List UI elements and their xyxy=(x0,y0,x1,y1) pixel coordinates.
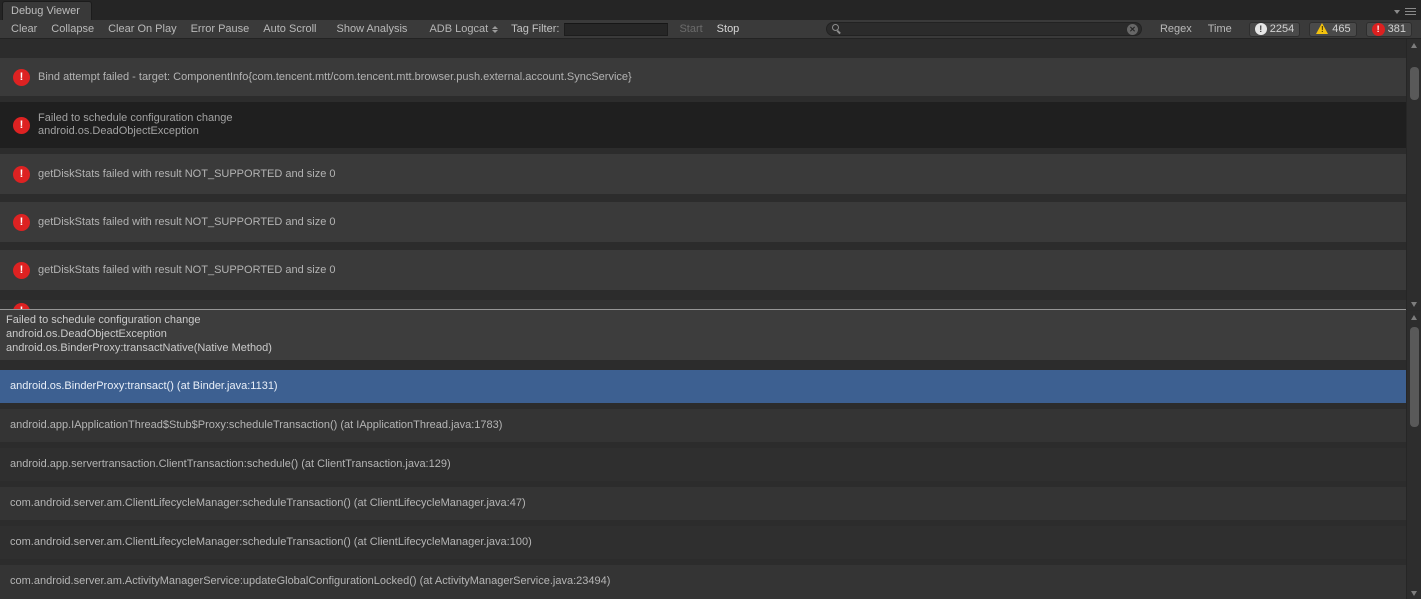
time-toggle[interactable]: Time xyxy=(1200,23,1240,35)
scroll-up-arrow[interactable] xyxy=(1407,39,1421,51)
clear-button[interactable]: Clear xyxy=(4,23,44,35)
info-count-toggle[interactable]: ! 2254 xyxy=(1249,22,1300,37)
error-pause-toggle[interactable]: Error Pause xyxy=(184,23,257,35)
log-message: getDiskStats failed with result NOT_SUPP… xyxy=(38,168,336,181)
scroll-up-arrow[interactable] xyxy=(1407,311,1421,323)
log-message-line1: Failed to schedule configuration change xyxy=(38,112,232,125)
collapse-toggle[interactable]: Collapse xyxy=(44,23,101,35)
error-icon: ! xyxy=(13,214,30,231)
auto-scroll-toggle[interactable]: Auto Scroll xyxy=(256,23,323,35)
log-row-partial[interactable]: ! xyxy=(0,300,1406,309)
tab-debug-viewer[interactable]: Debug Viewer xyxy=(2,1,92,20)
scroll-down-arrow[interactable] xyxy=(1407,298,1421,310)
log-list-scrollbar[interactable] xyxy=(1406,39,1421,310)
search-field[interactable]: ✕ xyxy=(826,22,1142,36)
warning-count: 465 xyxy=(1332,23,1350,35)
toolbar: Clear Collapse Clear On Play Error Pause… xyxy=(0,20,1421,39)
stack-frame[interactable]: android.app.servertransaction.ClientTran… xyxy=(0,448,1406,481)
logcat-mode-dropdown[interactable]: ADB Logcat xyxy=(422,23,505,35)
detail-scrollbar[interactable] xyxy=(1406,311,1421,599)
error-icon: ! xyxy=(13,69,30,86)
search-icon xyxy=(832,24,842,34)
stack-frame[interactable]: com.android.server.am.ActivityManagerSer… xyxy=(0,565,1406,599)
log-message: getDiskStats failed with result NOT_SUPP… xyxy=(38,264,336,277)
stack-frame[interactable]: com.android.server.am.ClientLifecycleMan… xyxy=(0,526,1406,559)
tag-filter-label: Tag Filter: xyxy=(505,23,564,35)
start-button[interactable]: Start xyxy=(672,23,709,35)
log-row-selected[interactable]: ! Failed to schedule configuration chang… xyxy=(0,102,1406,148)
hamburger-icon xyxy=(1405,8,1416,16)
search-input[interactable] xyxy=(842,23,1127,35)
debug-viewer-window: Debug Viewer Clear Collapse Clear On Pla… xyxy=(0,0,1421,599)
clear-search-icon[interactable]: ✕ xyxy=(1127,24,1138,35)
clear-on-play-toggle[interactable]: Clear On Play xyxy=(101,23,183,35)
error-icon: ! xyxy=(13,166,30,183)
tab-strip: Debug Viewer xyxy=(0,0,1421,20)
warning-icon: ! xyxy=(1315,23,1329,35)
chevron-down-icon xyxy=(1394,10,1400,14)
scrollbar-thumb[interactable] xyxy=(1410,327,1419,427)
info-icon: ! xyxy=(1255,23,1267,35)
log-row[interactable]: ! getDiskStats failed with result NOT_SU… xyxy=(0,154,1406,194)
log-row[interactable]: ! getDiskStats failed with result NOT_SU… xyxy=(0,250,1406,290)
detail-header: Failed to schedule configuration change … xyxy=(0,310,1406,360)
log-row[interactable]: ! getDiskStats failed with result NOT_SU… xyxy=(0,202,1406,242)
show-analysis-toggle[interactable]: Show Analysis xyxy=(330,23,415,35)
tab-title: Debug Viewer xyxy=(11,5,80,17)
log-message: getDiskStats failed with result NOT_SUPP… xyxy=(38,216,336,229)
stack-frame-selected[interactable]: android.os.BinderProxy:transact() (at Bi… xyxy=(0,370,1406,403)
window-menu-icon[interactable] xyxy=(1394,7,1416,17)
detail-header-line: Failed to schedule configuration change xyxy=(6,313,1406,327)
error-icon: ! xyxy=(13,262,30,279)
scroll-down-arrow[interactable] xyxy=(1407,587,1421,599)
warning-count-toggle[interactable]: ! 465 xyxy=(1309,22,1356,37)
regex-toggle[interactable]: Regex xyxy=(1152,23,1200,35)
tag-filter-input[interactable] xyxy=(564,23,668,36)
log-message: Bind attempt failed - target: ComponentI… xyxy=(38,71,632,84)
logcat-mode-label: ADB Logcat xyxy=(429,23,488,35)
error-count-toggle[interactable]: ! 381 xyxy=(1366,22,1412,37)
error-icon: ! xyxy=(1372,23,1385,36)
stack-frame[interactable]: android.app.IApplicationThread$Stub$Prox… xyxy=(0,409,1406,442)
scrollbar-thumb[interactable] xyxy=(1410,67,1419,100)
detail-header-line: android.os.BinderProxy:transactNative(Na… xyxy=(6,341,1406,355)
stack-frame[interactable]: com.android.server.am.ClientLifecycleMan… xyxy=(0,487,1406,520)
log-message: Failed to schedule configuration change … xyxy=(38,112,232,138)
error-icon: ! xyxy=(13,117,30,134)
log-message-line2: android.os.DeadObjectException xyxy=(38,125,232,138)
error-count: 381 xyxy=(1388,23,1406,35)
detail-header-line: android.os.DeadObjectException xyxy=(6,327,1406,341)
info-count: 2254 xyxy=(1270,23,1294,35)
stop-button[interactable]: Stop xyxy=(710,23,747,35)
popup-arrows-icon xyxy=(492,26,498,33)
log-row[interactable]: ! Bind attempt failed - target: Componen… xyxy=(0,58,1406,96)
